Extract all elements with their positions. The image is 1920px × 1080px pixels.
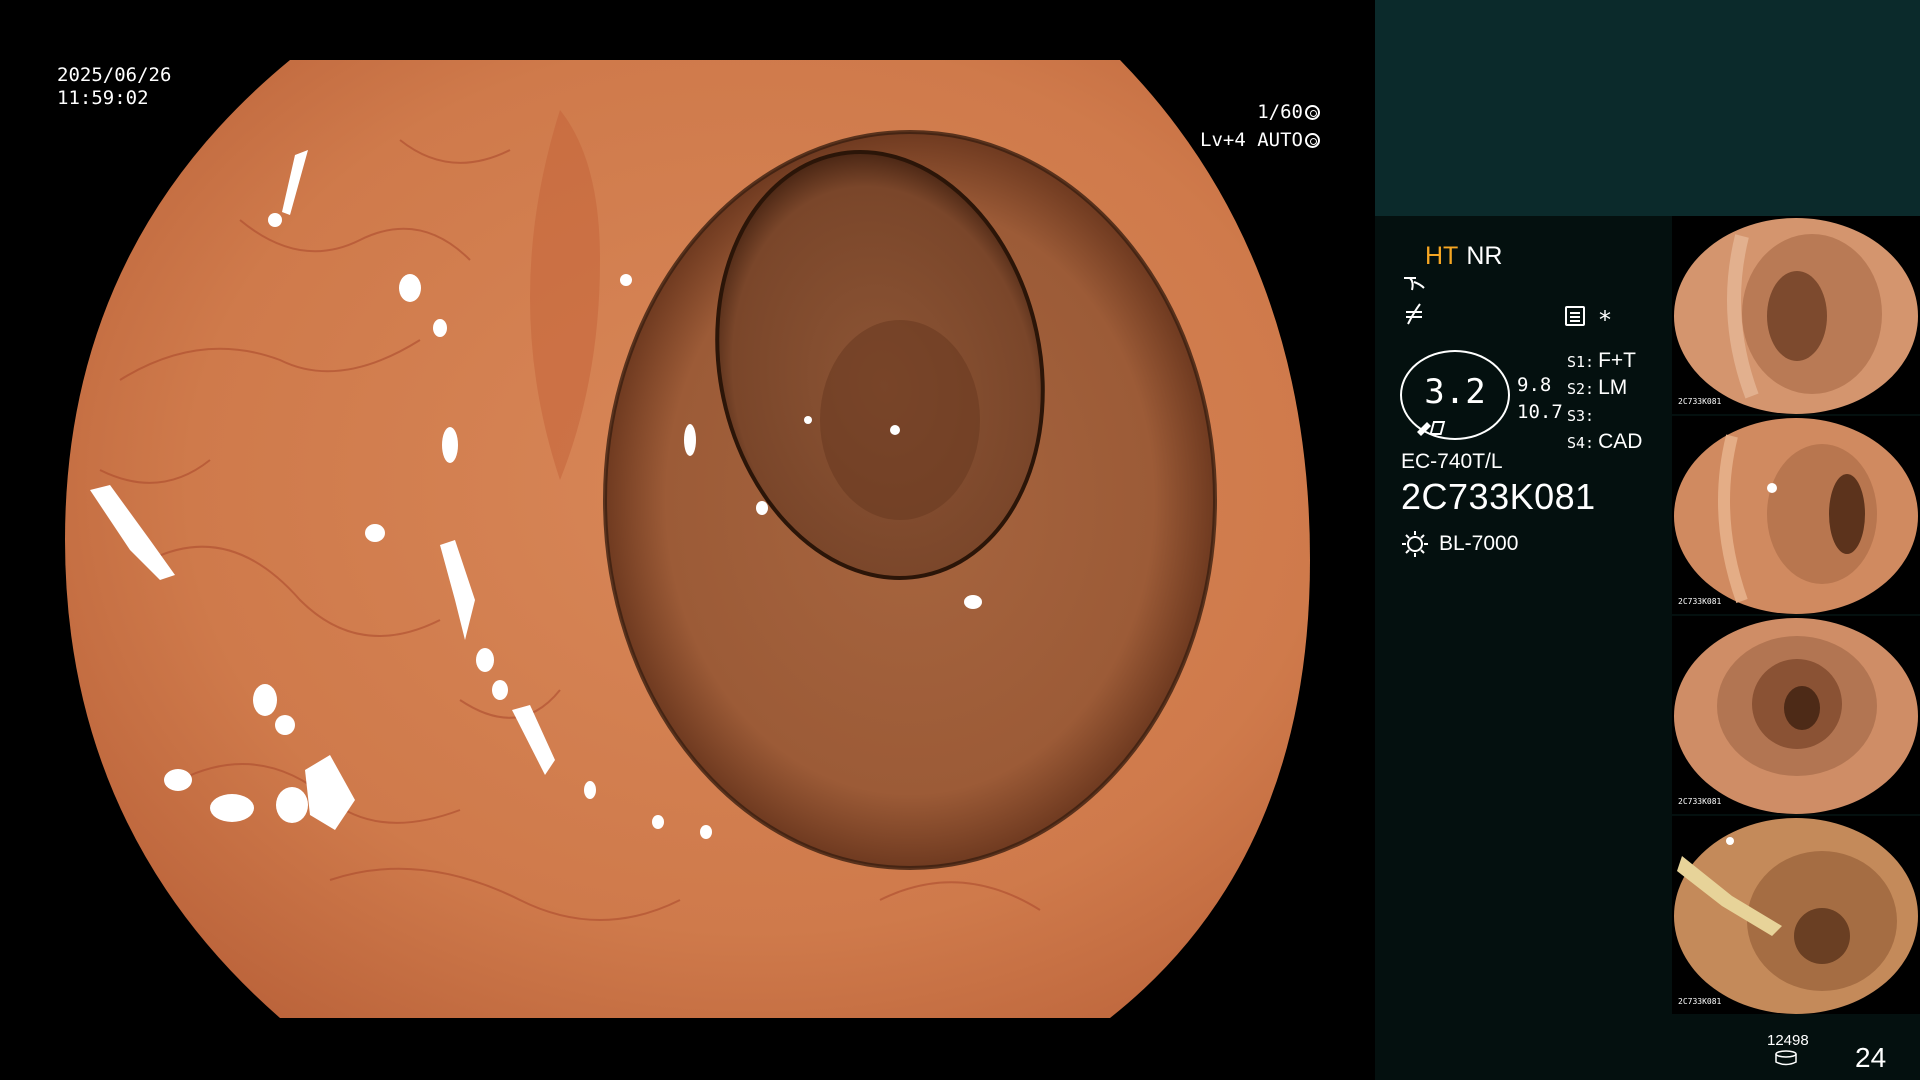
- mode-ht-label: HT: [1425, 242, 1459, 270]
- endoscopy-monitor: 2025/06/26 11:59:02 1/60 Lv+4 AUTO HT NR …: [0, 0, 1920, 1080]
- shutter-text: 1/60: [1257, 101, 1303, 123]
- scope-serial: 2C733K081: [1401, 476, 1596, 517]
- endoscope-view: 2025/06/26 11:59:02 1/60 Lv+4 AUTO: [0, 0, 1375, 1080]
- thumbnail-image: 2C733K081: [1674, 418, 1918, 614]
- scope-model: EC-740T/L: [1401, 450, 1503, 473]
- switch-key: S3:: [1567, 407, 1595, 425]
- time-text: 11:59:02: [57, 86, 149, 109]
- zoom-scale-1: 9.8: [1517, 374, 1552, 396]
- thumbnail-2[interactable]: 2C733K081: [1672, 416, 1920, 614]
- star-indicator: *: [1599, 306, 1611, 334]
- thumbnail-image: 2C733K081: [1674, 818, 1918, 1014]
- zoom-mode-icon: [1417, 421, 1446, 436]
- thumbnail-serial: 2C733K081: [1678, 397, 1722, 406]
- scope-switch-list: S1: F+T S2: LM S3: S4: CAD: [1567, 348, 1642, 456]
- switch-value: LM: [1598, 376, 1628, 399]
- switch-row: S2: LM: [1567, 375, 1642, 402]
- frame-number: 24: [1855, 1042, 1887, 1073]
- menu-list-icon: [1565, 306, 1585, 326]
- datetime-readout: 2025/06/26 11:59:02: [57, 64, 171, 110]
- panel-header-area: [1375, 0, 1920, 216]
- level-row: Lv+4 AUTO: [1180, 126, 1320, 154]
- thumbnail-1[interactable]: 2C733K081: [1672, 216, 1920, 414]
- exposure-readout: 1/60 Lv+4 AUTO: [1180, 98, 1320, 154]
- thumbnail-4[interactable]: 2C733K081: [1672, 816, 1920, 1014]
- aperture-icon: [1305, 105, 1320, 120]
- thumbnail-image: 2C733K081: [1674, 218, 1918, 414]
- light-source-row: BL-7000: [1401, 530, 1518, 558]
- switch-key: S4:: [1567, 434, 1595, 452]
- light-source-label: BL-7000: [1439, 532, 1519, 555]
- switch-key: S1:: [1567, 353, 1595, 371]
- storage-icon: [1775, 1050, 1797, 1066]
- shutter-row: 1/60: [1180, 98, 1320, 126]
- thumbnail-image: 2C733K081: [1674, 618, 1918, 814]
- switch-row: S1: F+T: [1567, 348, 1642, 375]
- image-counter: 12498: [1767, 1032, 1809, 1049]
- processing-modes: HT NR: [1425, 242, 1502, 271]
- date-text: 2025/06/26: [57, 64, 172, 86]
- thumbnail-3[interactable]: 2C733K081: [1672, 616, 1920, 814]
- zoom-scale-2: 10.7: [1517, 401, 1563, 423]
- switch-value: CAD: [1598, 430, 1643, 453]
- captured-thumbnails: 2C733K081 2C733K081 2C733K081 2C733K081: [1672, 216, 1920, 1016]
- tone-curve-icon: [1404, 277, 1425, 291]
- thumbnail-serial: 2C733K081: [1678, 797, 1722, 806]
- thumbnail-serial: 2C733K081: [1678, 997, 1722, 1006]
- auto-iris-icon: [1305, 133, 1320, 148]
- switch-value: F+T: [1598, 349, 1637, 372]
- zoom-value: 3.2: [1424, 372, 1486, 412]
- switch-key: S2:: [1567, 380, 1595, 398]
- mode-nr-label: NR: [1466, 242, 1503, 270]
- switch-row: S4: CAD: [1567, 429, 1642, 456]
- zoom-scale-values: 9.8 10.7: [1517, 372, 1563, 426]
- level-text: Lv+4 AUTO: [1200, 129, 1303, 151]
- switch-row: S3:: [1567, 402, 1642, 429]
- filter-icon: [1406, 303, 1422, 325]
- light-source-icon: [1402, 531, 1428, 557]
- endoscope-image: [65, 60, 1310, 1018]
- thumbnail-serial: 2C733K081: [1678, 597, 1722, 606]
